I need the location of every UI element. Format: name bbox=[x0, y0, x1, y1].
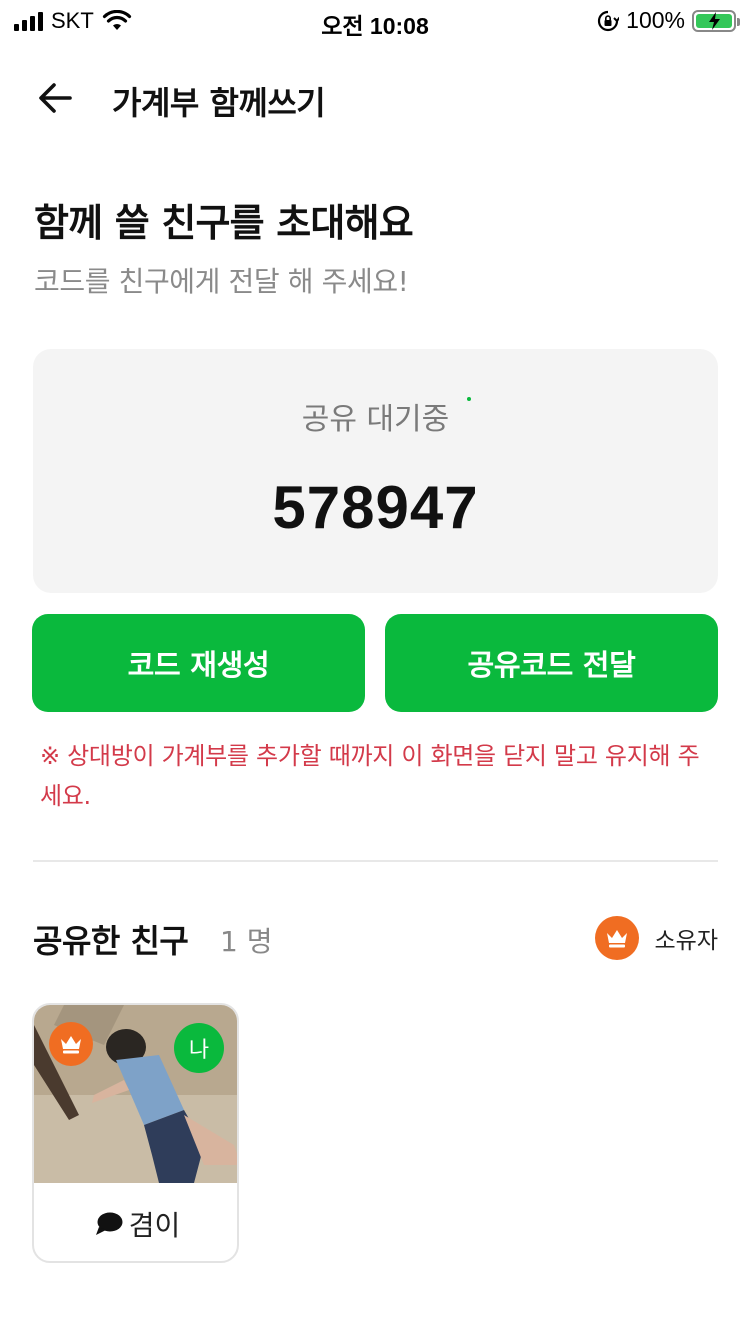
invite-heading: 함께 쓸 친구를 초대해요 bbox=[34, 201, 414, 245]
shared-friends-title: 공유한 친구 bbox=[33, 922, 189, 960]
friend-card[interactable]: 나 겸이 bbox=[32, 1003, 239, 1263]
battery-charging-icon bbox=[692, 9, 740, 32]
status-bar: SKT 오전 10:08 100% bbox=[0, 0, 750, 42]
shared-friends-count: 1 명 bbox=[220, 925, 273, 958]
share-code: 578947 bbox=[272, 474, 479, 541]
app-header: 가계부 함께쓰기 bbox=[0, 66, 750, 130]
status-right: 100% bbox=[597, 7, 740, 34]
me-badge: 나 bbox=[174, 1023, 224, 1073]
invite-subheading: 코드를 친구에게 전달 해 주세요! bbox=[34, 265, 409, 298]
divider bbox=[33, 860, 718, 862]
orientation-lock-icon bbox=[598, 10, 620, 31]
page-title: 가계부 함께쓰기 bbox=[112, 84, 326, 122]
back-button[interactable] bbox=[34, 78, 78, 118]
crown-icon bbox=[594, 916, 639, 960]
owner-crown-icon bbox=[49, 1022, 93, 1066]
share-code-card: 공유 대기중 578947 bbox=[33, 349, 718, 593]
friend-name: 겸이 bbox=[128, 1209, 181, 1242]
loading-dot bbox=[467, 397, 471, 401]
friend-name-row: 겸이 bbox=[34, 1185, 237, 1261]
regenerate-code-button[interactable]: 코드 재생성 bbox=[32, 614, 365, 712]
back-arrow-icon bbox=[39, 83, 72, 113]
speech-bubble-icon bbox=[95, 1212, 123, 1235]
share-status: 공유 대기중 bbox=[301, 402, 450, 437]
owner-legend: 소유자 bbox=[594, 916, 718, 960]
keep-screen-warning: ※ 상대방이 가계부를 추가할 때까지 이 화면을 닫지 말고 유지해 주세요. bbox=[40, 742, 700, 810]
send-share-code-button[interactable]: 공유코드 전달 bbox=[385, 614, 718, 712]
battery-percent: 100% bbox=[626, 7, 685, 33]
owner-legend-label: 소유자 bbox=[654, 928, 718, 954]
